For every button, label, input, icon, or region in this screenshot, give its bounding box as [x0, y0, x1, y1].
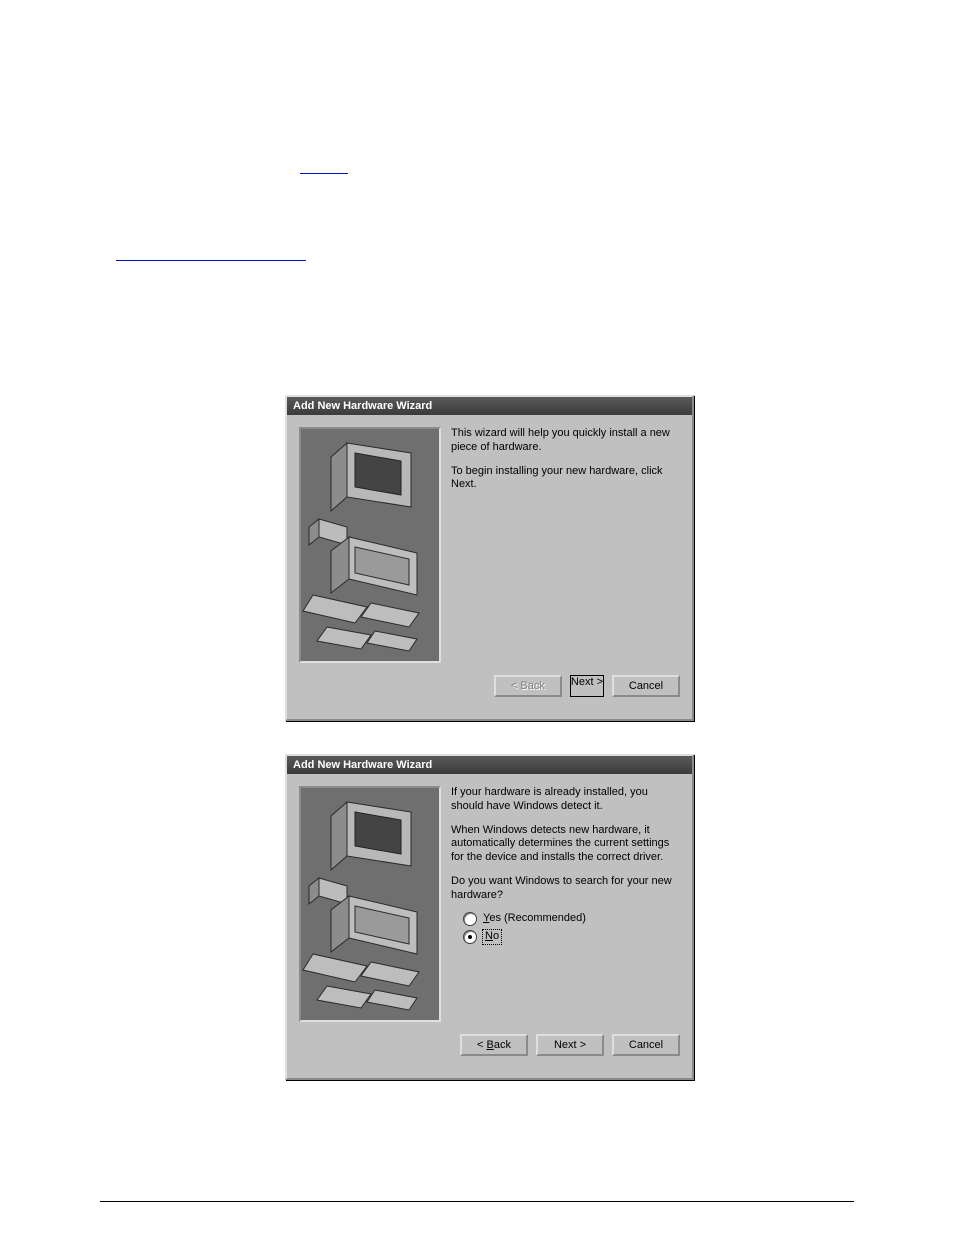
- back-button[interactable]: < Back: [460, 1034, 528, 1056]
- dialog-button-row: < Back Next > Cancel: [287, 1024, 692, 1068]
- link-underline: [116, 260, 306, 261]
- detect-text-2: When Windows detects new hardware, it au…: [451, 824, 680, 865]
- dialog-body: This wizard will help you quickly instal…: [287, 415, 692, 665]
- back-button-chevron: <: [477, 1039, 486, 1051]
- radio-icon: [463, 912, 477, 926]
- back-button: < Back: [494, 675, 562, 697]
- wizard-intro-text: This wizard will help you quickly instal…: [451, 427, 680, 455]
- add-new-hardware-wizard-dialog-1: Add New Hardware Wizard: [285, 395, 694, 721]
- radio-no-label: No: [483, 930, 501, 944]
- cancel-button[interactable]: Cancel: [612, 1034, 680, 1056]
- next-button[interactable]: Next >: [570, 675, 604, 697]
- dialog-body: If your hardware is already installed, y…: [287, 774, 692, 1024]
- wizard-illustration: [299, 427, 441, 663]
- add-new-hardware-wizard-dialog-2: Add New Hardware Wizard If your hardware…: [285, 754, 694, 1080]
- dialog-title: Add New Hardware Wizard: [287, 397, 692, 415]
- dialog-title: Add New Hardware Wizard: [287, 756, 692, 774]
- wizard-illustration: [299, 786, 441, 1022]
- horizontal-rule: [100, 1201, 854, 1202]
- wizard-instruction-text: To begin installing your new hardware, c…: [451, 465, 680, 493]
- cancel-button[interactable]: Cancel: [612, 675, 680, 697]
- detect-text-1: If your hardware is already installed, y…: [451, 786, 680, 814]
- radio-yes-label: Yes (Recommended): [483, 912, 586, 926]
- back-button-rest: ack: [494, 1039, 511, 1051]
- radio-yes[interactable]: Yes (Recommended): [463, 912, 680, 926]
- hardware-isometric-icon: [301, 429, 439, 661]
- dialog-text-column: If your hardware is already installed, y…: [451, 786, 680, 1024]
- radio-icon: [463, 930, 477, 944]
- detect-question: Do you want Windows to search for your n…: [451, 875, 680, 903]
- back-button-mnemonic: B: [487, 1039, 494, 1051]
- link-underline: [300, 173, 348, 174]
- next-button-label: Next >: [571, 676, 603, 688]
- hardware-isometric-icon: [301, 788, 439, 1020]
- dialog-button-row: < Back Next > Cancel: [287, 665, 692, 709]
- radio-no[interactable]: No: [463, 930, 680, 944]
- dialog-text-column: This wizard will help you quickly instal…: [451, 427, 680, 665]
- next-button[interactable]: Next >: [536, 1034, 604, 1056]
